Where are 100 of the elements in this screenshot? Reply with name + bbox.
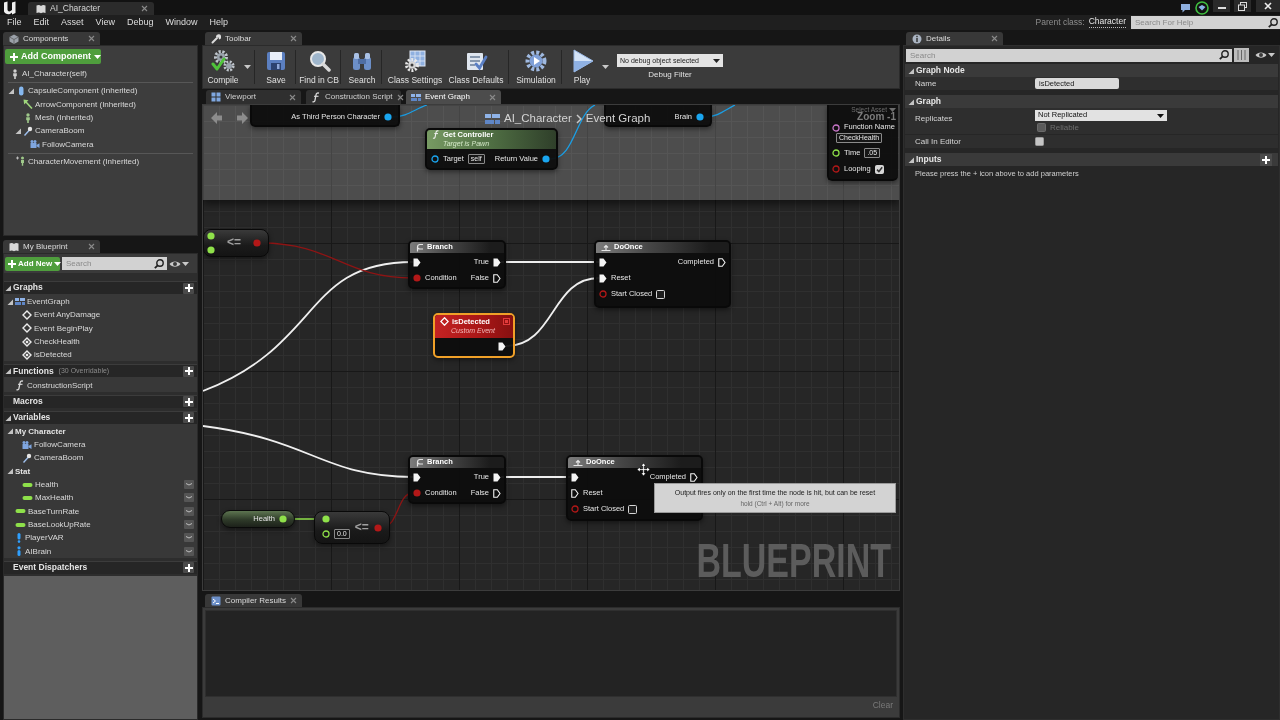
parent-class-link[interactable]: Character — [1088, 17, 1126, 28]
component-item[interactable]: ArrowComponent (Inherited) — [35, 99, 136, 109]
expander-arrow-icon[interactable] — [908, 98, 914, 105]
view-options-button[interactable] — [1255, 51, 1275, 59]
back-arrow-icon[interactable] — [211, 112, 222, 124]
panel-tab[interactable]: Toolbar — [205, 32, 302, 45]
blueprint-item[interactable]: CameraBoom — [34, 453, 84, 463]
restore-button[interactable] — [1234, 0, 1251, 12]
expander-arrow-icon[interactable] — [7, 298, 13, 305]
menu-item[interactable]: Edit — [27, 17, 56, 28]
section-header[interactable]: Graph Node — [905, 64, 1278, 77]
close-icon[interactable] — [141, 5, 148, 12]
expander-arrow-icon[interactable] — [908, 156, 914, 163]
class-settings-button[interactable]: Class Settings — [385, 47, 445, 87]
blueprint-item[interactable]: AIBrain — [25, 546, 52, 556]
closed-eye-icon[interactable] — [184, 546, 194, 556]
panel-tab[interactable]: My Blueprint — [3, 240, 100, 253]
exec-pin-icon[interactable] — [413, 472, 421, 482]
expander-arrow-icon[interactable] — [5, 368, 11, 375]
pin-icon[interactable] — [279, 515, 287, 523]
close-icon[interactable] — [489, 93, 496, 101]
panel-tab[interactable]: Details — [906, 32, 1003, 45]
component-item[interactable]: AI_Character(self) — [22, 69, 87, 79]
blueprint-item[interactable]: Event AnyDamage — [34, 310, 101, 320]
exec-pin-icon[interactable] — [498, 341, 506, 351]
class-defaults-button[interactable]: Class Defaults — [445, 47, 507, 87]
document-tab[interactable]: AI_Character — [28, 2, 154, 15]
expander-arrow-icon[interactable] — [5, 285, 11, 291]
expander-arrow-icon[interactable] — [7, 428, 13, 435]
exec-pin-icon[interactable] — [493, 273, 501, 283]
closed-eye-icon[interactable] — [184, 520, 194, 529]
graph-canvas[interactable] — [202, 104, 900, 591]
expander-arrow-icon[interactable] — [7, 468, 13, 475]
panel-tab[interactable]: Compiler Results — [205, 594, 302, 607]
exec-pin-icon[interactable] — [690, 472, 698, 482]
add-button[interactable] — [183, 396, 194, 408]
pin-icon[interactable] — [384, 113, 392, 121]
blueprint-item[interactable]: CheckHealth — [34, 336, 80, 347]
menu-item[interactable]: Asset — [55, 17, 90, 28]
component-item[interactable]: CharacterMovement (Inherited) — [28, 156, 140, 166]
forward-arrow-icon[interactable] — [237, 112, 248, 124]
close-icon[interactable] — [396, 93, 404, 101]
component-item[interactable]: CameraBoom — [35, 126, 85, 136]
closed-eye-icon[interactable] — [184, 533, 194, 543]
pin-icon[interactable] — [542, 155, 550, 163]
component-item[interactable]: CapsuleComponent (Inherited) — [28, 86, 138, 96]
blueprint-item[interactable]: PlayerVAR — [25, 533, 64, 543]
play-button[interactable]: Play — [565, 47, 599, 87]
blueprint-item[interactable]: FollowCamera — [34, 440, 86, 450]
close-icon[interactable] — [88, 243, 95, 250]
expander-arrow-icon[interactable] — [5, 414, 11, 421]
closed-eye-icon[interactable] — [184, 506, 194, 516]
notification-icon[interactable] — [1195, 0, 1209, 15]
blueprint-item[interactable]: Health — [35, 480, 59, 490]
blueprint-item[interactable]: isDetected — [34, 350, 72, 360]
breadcrumb-item[interactable]: AI_Character — [504, 112, 572, 126]
exec-pin-icon[interactable] — [493, 472, 501, 482]
add-button[interactable] — [183, 412, 194, 424]
simulation-button[interactable]: Simulation — [512, 47, 560, 87]
section-header[interactable]: Inputs — [905, 153, 1278, 167]
pin-icon[interactable] — [431, 155, 439, 163]
pin-icon[interactable] — [696, 113, 704, 121]
find-in-browser-button[interactable]: Find in CB — [299, 47, 339, 87]
close-icon[interactable] — [88, 35, 95, 42]
graph-tab[interactable]: Viewport — [206, 90, 301, 104]
add-button[interactable] — [1260, 153, 1272, 166]
exec-pin-icon[interactable] — [571, 488, 579, 498]
close-icon[interactable] — [290, 597, 297, 604]
close-icon[interactable] — [991, 35, 998, 42]
section-header[interactable]: Graphs — [4, 281, 197, 294]
exec-pin-icon[interactable] — [599, 273, 607, 283]
pin-icon[interactable] — [207, 246, 215, 254]
pin-icon[interactable] — [832, 123, 840, 132]
pin-icon[interactable] — [207, 232, 215, 240]
add-button[interactable] — [183, 366, 194, 377]
save-button[interactable]: Save — [258, 47, 294, 87]
exec-pin-icon[interactable] — [493, 257, 501, 267]
view-options-button[interactable] — [169, 259, 189, 268]
checkbox[interactable] — [1035, 137, 1044, 147]
section-header[interactable]: Event Dispatchers — [4, 560, 197, 574]
blueprint-item[interactable]: Event BeginPlay — [34, 323, 93, 333]
minimize-button[interactable] — [1213, 0, 1230, 12]
graph-tab[interactable]: Event Graph — [406, 90, 501, 104]
menu-item[interactable]: Help — [203, 17, 234, 28]
component-item[interactable]: FollowCamera — [42, 139, 94, 149]
component-item[interactable]: Mesh (Inherited) — [35, 112, 94, 123]
expander-arrow-icon[interactable] — [8, 87, 14, 94]
expander-arrow-icon[interactable] — [15, 127, 21, 134]
close-icon[interactable] — [290, 35, 297, 42]
closed-eye-icon[interactable] — [184, 493, 194, 503]
graph-tab[interactable]: Construction Script — [306, 90, 401, 104]
category-label[interactable]: Stat — [15, 466, 31, 476]
blueprint-item[interactable]: BaseTurnRate — [28, 506, 80, 516]
section-header[interactable]: Variables — [4, 410, 197, 424]
menu-item[interactable]: Window — [159, 17, 204, 28]
closed-eye-icon[interactable] — [184, 480, 194, 490]
add-button[interactable] — [183, 282, 194, 294]
search-field[interactable]: Search — [62, 257, 167, 270]
chat-icon[interactable] — [1180, 2, 1191, 13]
close-icon[interactable] — [289, 93, 296, 101]
